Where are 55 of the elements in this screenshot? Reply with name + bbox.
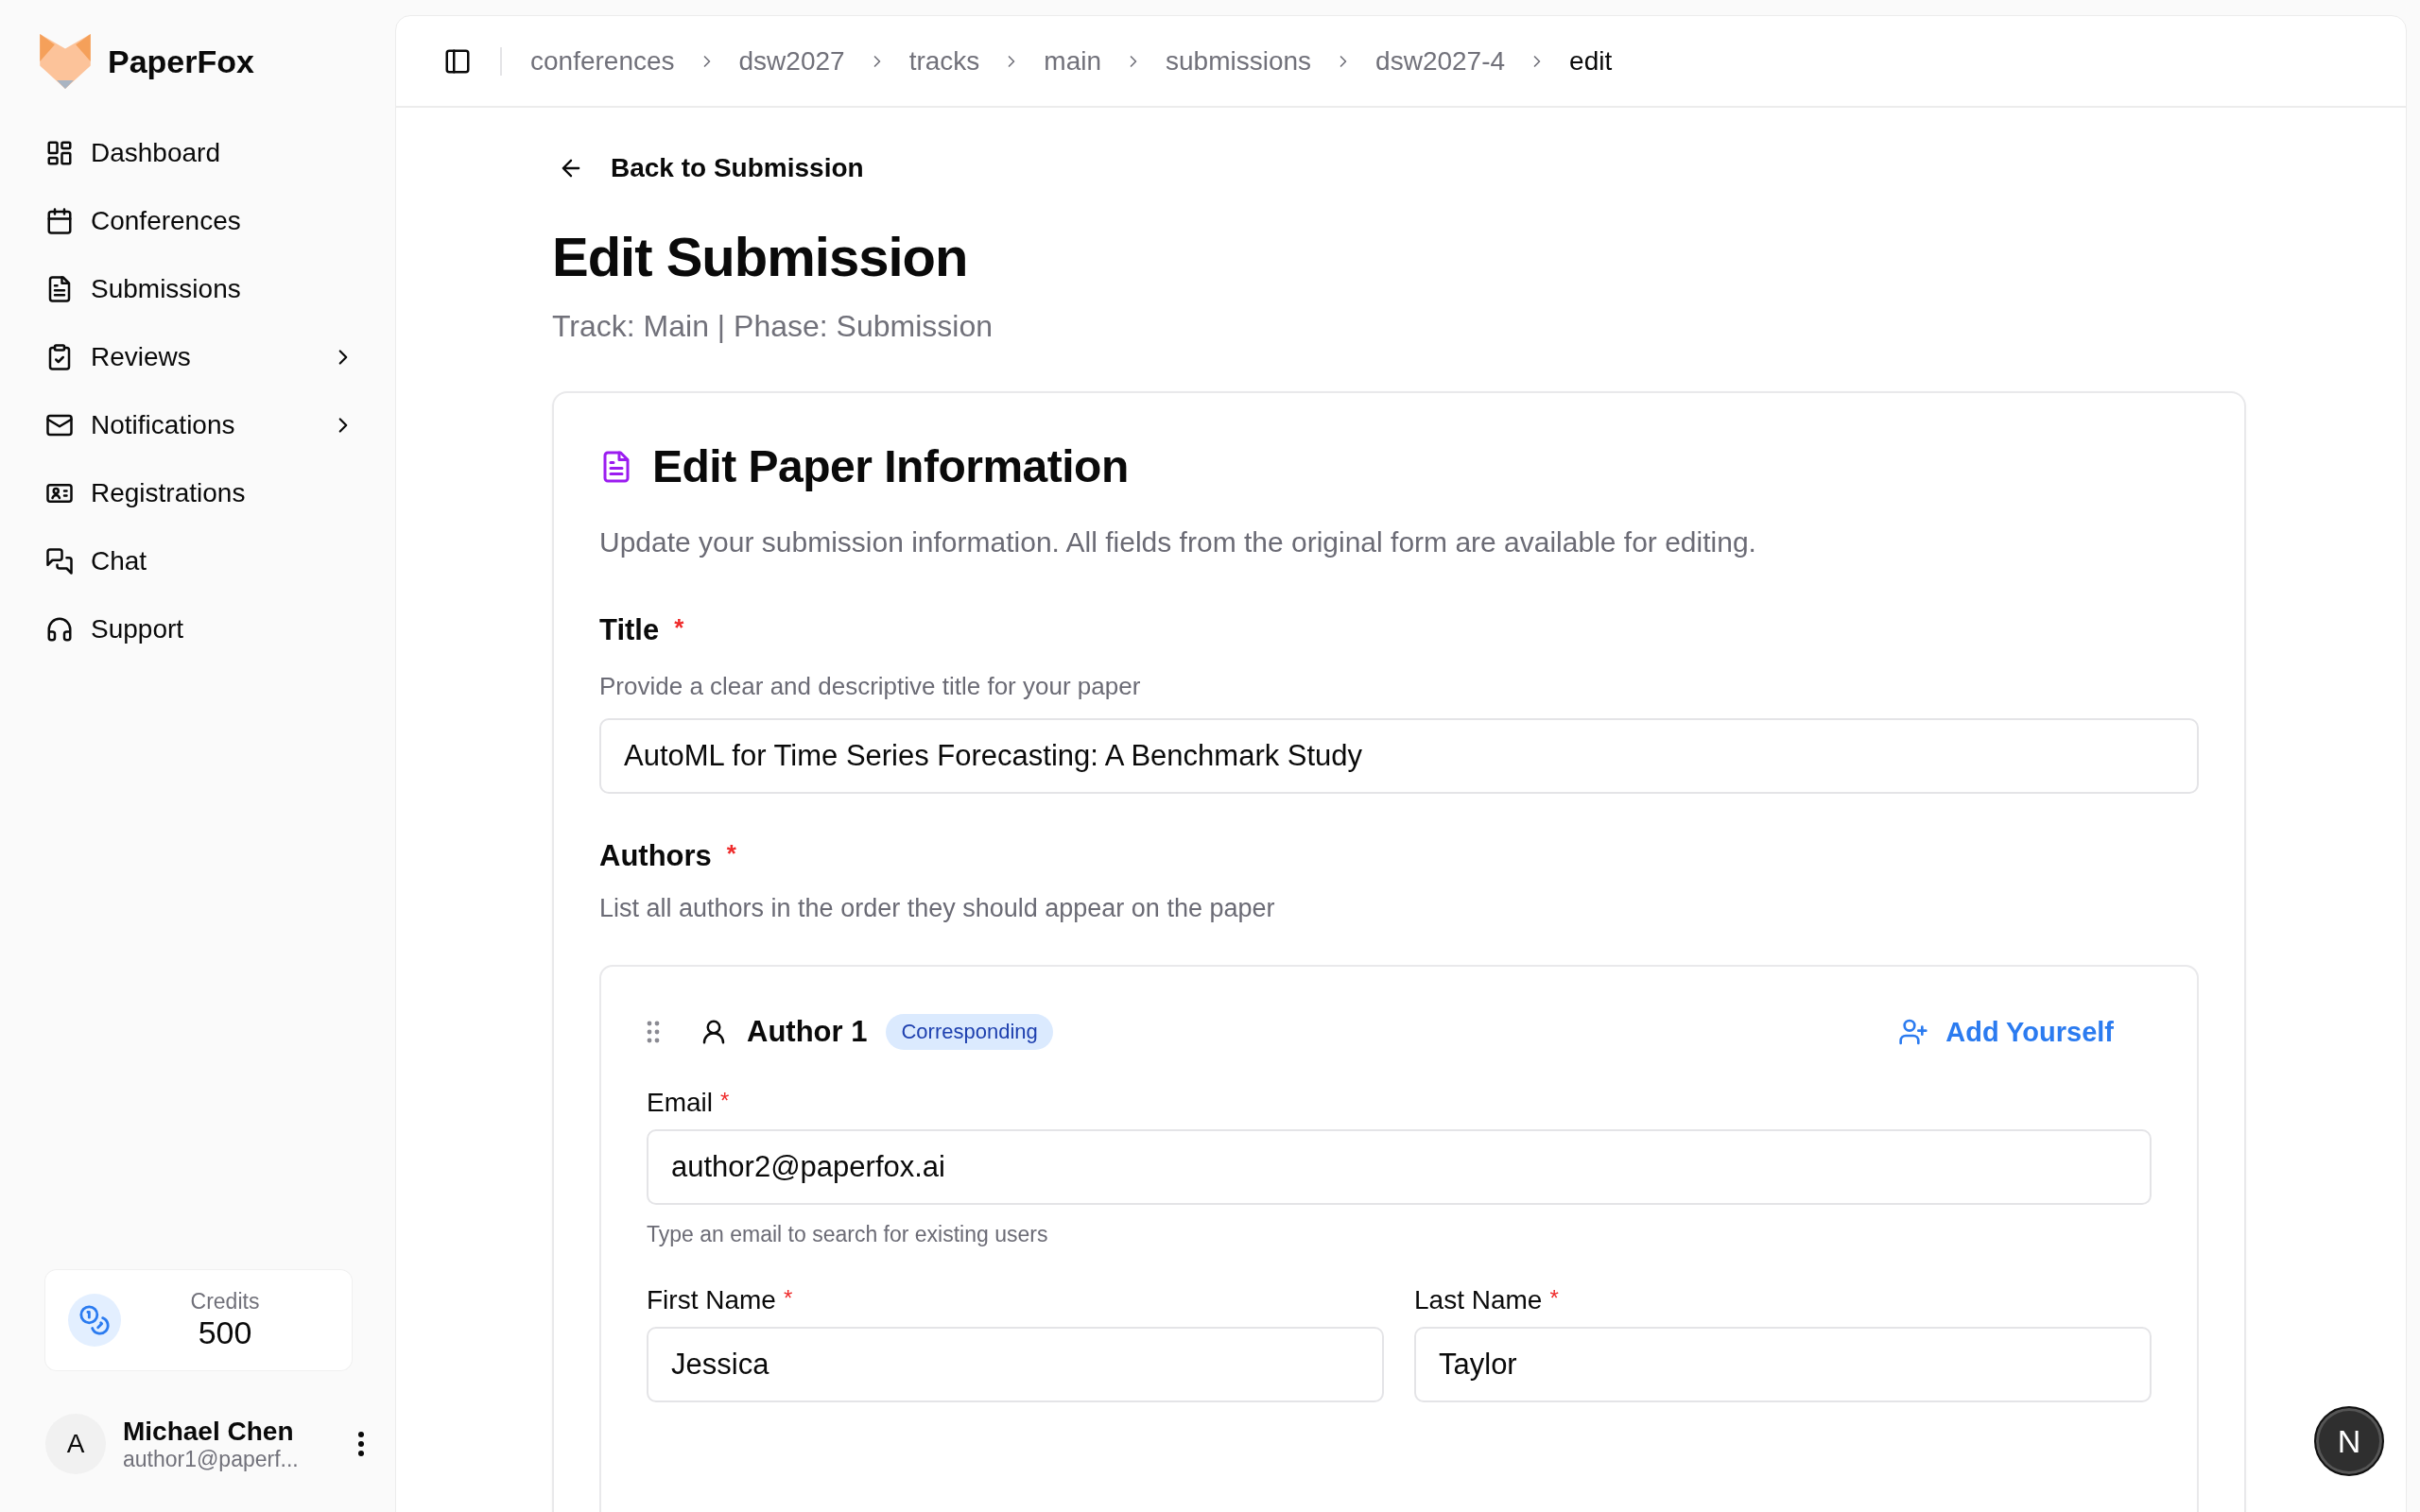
- required-mark: *: [726, 839, 736, 869]
- sidebar-item[interactable]: Conferences: [40, 195, 365, 248]
- more-menu-icon[interactable]: [357, 1431, 365, 1457]
- fox-logo-icon: [40, 34, 91, 89]
- breadcrumb-link[interactable]: dsw2027-4: [1375, 45, 1506, 77]
- breadcrumb-link[interactable]: tracks: [908, 45, 980, 77]
- user-email: author1@paperf...: [123, 1446, 300, 1472]
- required-mark: *: [783, 1285, 793, 1312]
- field-label: Last Name: [1414, 1285, 1543, 1315]
- field-help-text: List all authors in the order they should appear on the paper: [599, 894, 1276, 923]
- page-title: Edit Submission: [552, 225, 969, 288]
- sidebar-item[interactable]: Support: [40, 603, 365, 656]
- sidebar-item[interactable]: Chat: [40, 535, 365, 588]
- field-label: Authors: [599, 839, 712, 873]
- author-heading: Author 1: [747, 1015, 868, 1049]
- credits-value: 500: [198, 1314, 252, 1351]
- sidebar-item[interactable]: Registrations: [40, 467, 365, 520]
- brand-name: PaperFox: [108, 43, 254, 80]
- email-input[interactable]: author2@paperfox.ai: [647, 1129, 2152, 1205]
- required-mark: *: [720, 1088, 730, 1114]
- card-title: Edit Paper Information: [652, 440, 1129, 492]
- back-link[interactable]: Back to Submission: [552, 153, 864, 183]
- credits-label: Credits: [190, 1289, 260, 1314]
- breadcrumb-link[interactable]: edit: [1569, 45, 1613, 77]
- coins-icon: [68, 1294, 121, 1347]
- field-hint: Type an email to search for existing users: [647, 1222, 1049, 1247]
- breadcrumb-link[interactable]: dsw2027: [738, 45, 845, 77]
- breadcrumb-link[interactable]: submissions: [1166, 45, 1312, 77]
- required-mark: *: [1549, 1285, 1559, 1312]
- add-yourself-button[interactable]: Add Yourself: [1898, 1016, 2114, 1048]
- field-help-text: Provide a clear and descriptive title for your paper: [599, 672, 1142, 701]
- sidebar-item[interactable]: Submissions: [40, 263, 365, 316]
- sidebar-item[interactable]: Notifications: [40, 399, 365, 452]
- breadcrumb-link[interactable]: main: [1044, 45, 1102, 77]
- calendar-icon: [45, 207, 74, 235]
- card-description: Update your submission information. All fields from the original form are available for editing.: [599, 526, 1757, 558]
- sidebar-item[interactable]: Reviews: [40, 331, 365, 384]
- title-input[interactable]: AutoML for Time Series Forecasting: A Benchmark Study: [599, 718, 2199, 794]
- user-avatar[interactable]: A: [45, 1414, 106, 1474]
- grid-icon: [45, 139, 74, 167]
- required-mark: *: [674, 613, 684, 643]
- field-label: Email: [647, 1088, 713, 1118]
- corresponding-badge: Corresponding: [886, 1014, 1053, 1050]
- drag-handle-icon[interactable]: [647, 1021, 660, 1043]
- last-name-input[interactable]: Taylor: [1414, 1327, 2152, 1402]
- user-name: Michael Chen: [123, 1416, 295, 1447]
- headphones-icon: [45, 615, 74, 644]
- page-subtitle: Track: Main | Phase: Submission: [552, 309, 994, 344]
- breadcrumb-link[interactable]: conferences: [530, 45, 675, 77]
- field-label: Title: [599, 613, 660, 647]
- field-label: First Name: [647, 1285, 776, 1315]
- first-name-input[interactable]: Jessica: [647, 1327, 1384, 1402]
- sidebar-item[interactable]: Dashboard: [40, 127, 365, 180]
- user-plus-icon: [1898, 1017, 1929, 1047]
- chat-bubbles-icon: [45, 547, 74, 576]
